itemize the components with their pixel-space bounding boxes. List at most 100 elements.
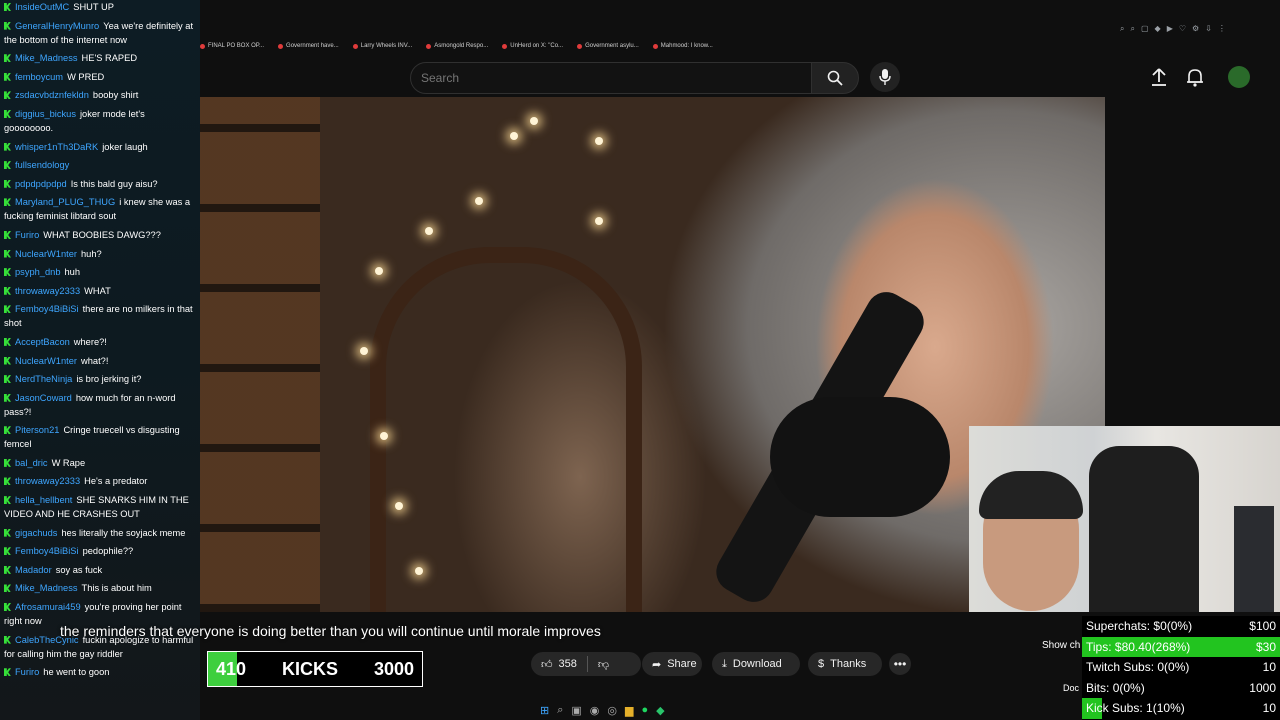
search-input[interactable] (411, 63, 811, 93)
stat-goal: 1000 (1249, 680, 1276, 695)
chat-username[interactable]: Mike_Madness (15, 53, 78, 63)
bookmark-item[interactable]: UnHerd on X: "Co... (502, 38, 563, 54)
zoom-icon[interactable]: ⌕ (1120, 24, 1124, 38)
chat-message: femboycum W PRED (4, 70, 194, 84)
chat-username[interactable]: bal_dric (15, 458, 48, 468)
show-chat-button[interactable]: Show ch (1042, 640, 1080, 651)
bookmark-item[interactable]: Government asylu... (577, 38, 639, 54)
bookmark-favicon-icon (278, 43, 284, 49)
chat-username[interactable]: throwaway2333 (15, 476, 80, 486)
tips-row: Tips: $80.40(268%) $30 (1082, 636, 1280, 657)
bookmark-label: Government asylu... (585, 43, 639, 49)
chat-username[interactable]: Mike_Madness (15, 583, 78, 593)
chat-username[interactable]: throwaway2333 (15, 286, 80, 296)
chat-username[interactable]: JasonCoward (15, 393, 72, 403)
stat-label: Superchats: (1086, 619, 1151, 634)
share-button[interactable]: ➦ Share (642, 652, 702, 676)
chat-username[interactable]: InsideOutMC (15, 2, 69, 12)
stat-label: Twitch Subs: (1086, 660, 1155, 675)
more-actions-button[interactable]: ••• (889, 653, 911, 675)
share-icon: ➦ (652, 658, 662, 671)
notifications-button[interactable] (1184, 66, 1206, 88)
voice-search-button[interactable] (870, 62, 900, 92)
chat-username[interactable]: diggius_bickus (15, 109, 76, 119)
chat-username[interactable]: Femboy4BiBiSi (15, 304, 79, 314)
chat-message: bal_dric W Rape (4, 456, 194, 470)
kick-badge-icon (4, 21, 11, 30)
chat-username[interactable]: gigachuds (15, 528, 57, 538)
download-button[interactable]: ⤓ Download (712, 652, 800, 676)
kick-badge-icon (4, 3, 11, 11)
thanks-button[interactable]: $ Thanks (808, 652, 882, 676)
chat-username[interactable]: psyph_dnb (15, 267, 61, 277)
chat-username[interactable]: pdpdpdpdpd (15, 179, 67, 189)
dislike-button[interactable]: 👎︎ (598, 658, 609, 671)
recommended-video-label[interactable]: Doc (1063, 683, 1079, 693)
shield-icon[interactable]: ◆ (1155, 24, 1161, 38)
chat-username[interactable]: fullsendology (15, 160, 69, 170)
bookmark-favicon-icon (502, 43, 508, 49)
bookmark-favicon-icon (426, 43, 432, 49)
kick-badge-icon (4, 393, 11, 402)
chat-username[interactable]: Furiro (15, 230, 39, 240)
chat-username[interactable]: Femboy4BiBiSi (15, 546, 79, 556)
bookmark-item[interactable]: Larry Wheels INV... (352, 38, 412, 54)
chat-message: diggius_bickus joker mode let's goooooooo… (4, 107, 194, 135)
bookmark-item[interactable]: Asmongold Respo... (426, 38, 488, 54)
chat-username[interactable]: NerdTheNinja (15, 374, 72, 384)
chat-username[interactable]: Maryland_PLUG_THUG (15, 197, 115, 207)
stat-value: $80.40(268%) (1114, 639, 1191, 654)
chat-message: whisper1nTh3DaRK joker laugh (4, 140, 194, 154)
chat-text: where?! (73, 336, 107, 347)
like-count: 358 (558, 658, 577, 670)
chat-username[interactable]: NuclearW1nter (15, 249, 77, 259)
app-icon[interactable]: ◉ (590, 704, 600, 717)
bookmark-favicon-icon (352, 43, 358, 49)
gear-icon[interactable]: ⚙ (1192, 24, 1199, 38)
app-icon[interactable]: ◆ (656, 704, 664, 717)
download-icon[interactable]: ⇩ (1205, 24, 1212, 38)
zoom-out-icon[interactable]: ⌕ (1130, 24, 1134, 38)
windows-start-icon[interactable]: ⊞ (540, 704, 549, 717)
chat-username[interactable]: whisper1nTh3DaRK (15, 142, 98, 152)
spotify-icon[interactable]: ● (641, 704, 648, 716)
chat-message: gigachuds hes literally the soyjack meme (4, 526, 194, 540)
thanks-icon: $ (818, 658, 825, 670)
stat-value: $0(0%) (1153, 619, 1193, 634)
search-button[interactable] (811, 62, 859, 94)
bookmark-item[interactable]: FINAL PO BOX OP... (200, 38, 264, 54)
chat-username[interactable]: zsdacvbdznfekldn (15, 90, 89, 100)
heart-icon[interactable]: ♡ (1179, 24, 1186, 38)
mirror-arch-image (370, 247, 642, 612)
chat-username[interactable]: AcceptBacon (15, 337, 70, 347)
chat-username[interactable]: hella_hellbent (15, 495, 72, 505)
chat-username[interactable]: Madador (15, 565, 52, 575)
kick-badge-icon (4, 249, 11, 258)
chat-username[interactable]: Furiro (15, 667, 39, 677)
tab-icon[interactable]: ▢ (1141, 24, 1149, 38)
chat-message: NuclearW1nter what?! (4, 354, 194, 368)
bookmark-label: Government have... (286, 43, 339, 49)
search-icon[interactable]: ⌕ (557, 704, 563, 717)
play-icon[interactable]: ▶ (1167, 24, 1173, 38)
stat-goal: $100 (1249, 619, 1276, 634)
chat-text: is bro jerking it? (76, 374, 142, 385)
chat-username[interactable]: Afrosamurai459 (15, 602, 81, 612)
chat-username[interactable]: femboycum (15, 72, 63, 82)
account-avatar[interactable] (1228, 66, 1250, 88)
chat-message-list[interactable]: InsideOutMC SHUT UP GeneralHenryMunro Yea w… (4, 0, 194, 684)
chat-username[interactable]: Piterson21 (15, 425, 59, 435)
chat-username[interactable]: GeneralHenryMunro (15, 21, 99, 31)
like-button[interactable]: 👍︎ 358 (541, 658, 577, 671)
coat-image (1234, 506, 1274, 612)
stat-value: 1(10%) (1146, 701, 1185, 716)
bookmark-item[interactable]: Government have... (278, 38, 339, 54)
upload-button[interactable] (1148, 66, 1170, 88)
menu-icon[interactable]: ⋮ (1218, 24, 1226, 38)
upload-icon (1152, 68, 1166, 86)
chat-username[interactable]: NuclearW1nter (15, 356, 77, 366)
folder-icon[interactable]: ▆ (625, 704, 633, 717)
bookmark-item[interactable]: Mahmood: I know... (652, 38, 713, 54)
chrome-icon[interactable]: ◎ (607, 704, 617, 717)
app-icon[interactable]: ▣ (571, 704, 581, 717)
